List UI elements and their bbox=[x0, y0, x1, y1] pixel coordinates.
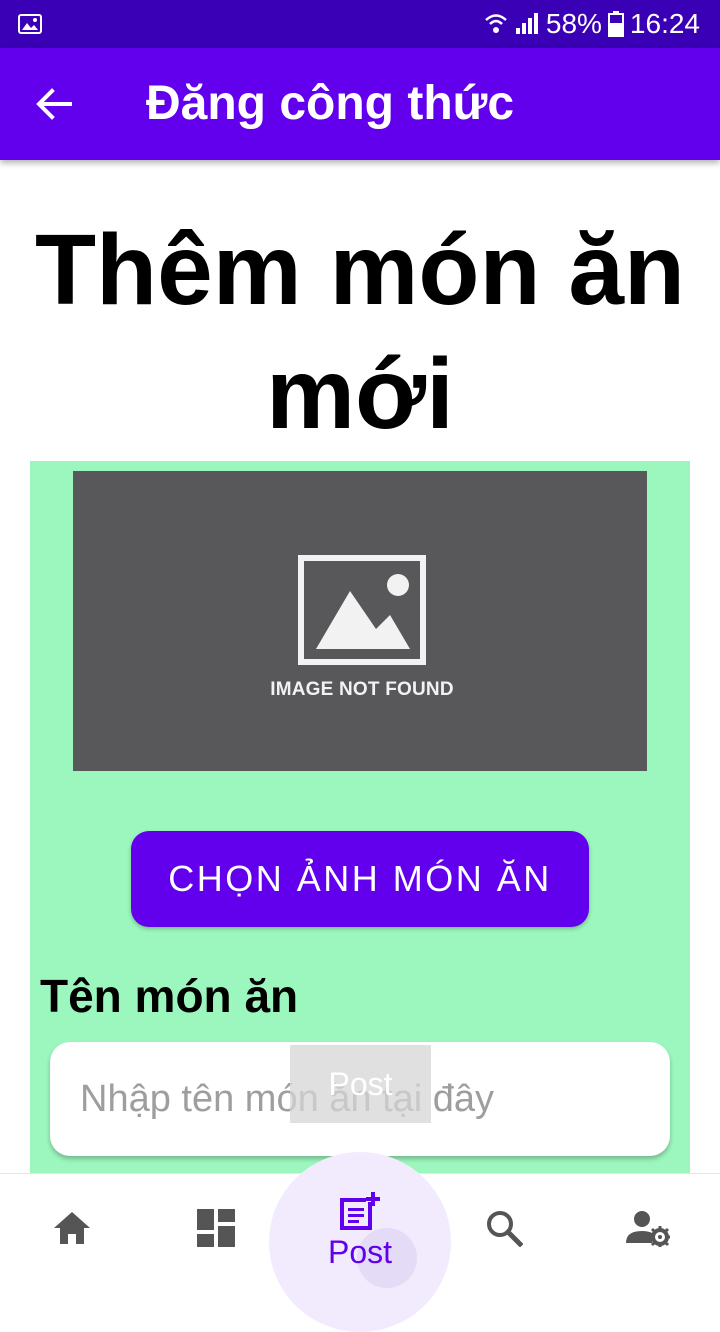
dashboard-icon bbox=[197, 1208, 235, 1247]
nav-search[interactable] bbox=[432, 1174, 576, 1281]
search-icon bbox=[487, 1210, 523, 1247]
gallery-notification-icon bbox=[18, 14, 42, 34]
dish-name-placeholder: Nhập tên món ăn tại đây bbox=[80, 1077, 495, 1120]
nav-dashboard[interactable] bbox=[144, 1174, 288, 1281]
back-arrow-icon[interactable] bbox=[34, 84, 74, 124]
app-bar-title: Đăng công thức bbox=[146, 77, 515, 130]
nav-home[interactable] bbox=[0, 1174, 144, 1281]
account-settings-icon bbox=[626, 1210, 670, 1247]
nav-post-label: Post bbox=[327, 1234, 393, 1270]
home-icon bbox=[54, 1211, 90, 1244]
post-toast-overlay: Post bbox=[290, 1045, 431, 1123]
bottom-navigation: Post bbox=[0, 1152, 720, 1332]
image-not-found-text: IMAGE NOT FOUND bbox=[270, 679, 454, 700]
clock: 16:24 bbox=[629, 8, 700, 39]
battery-icon bbox=[607, 11, 624, 37]
status-bar: 58% 16:24 bbox=[0, 0, 720, 48]
choose-image-button[interactable]: CHỌN ẢNH MÓN ĂN bbox=[131, 831, 589, 927]
page-heading: Thêm món ăn mới bbox=[34, 214, 686, 450]
wifi-icon bbox=[485, 14, 507, 33]
app-bar: Đăng công thức bbox=[0, 48, 720, 160]
battery-percent: 58% bbox=[545, 8, 602, 39]
nav-post[interactable]: Post bbox=[269, 1152, 451, 1332]
nav-account-settings[interactable] bbox=[576, 1174, 720, 1281]
signal-icon bbox=[515, 13, 538, 34]
post-add-icon bbox=[340, 1192, 380, 1230]
image-placeholder-icon bbox=[298, 555, 426, 665]
dish-name-label: Tên món ăn bbox=[40, 970, 299, 1022]
dish-image-placeholder: IMAGE NOT FOUND bbox=[73, 471, 647, 771]
